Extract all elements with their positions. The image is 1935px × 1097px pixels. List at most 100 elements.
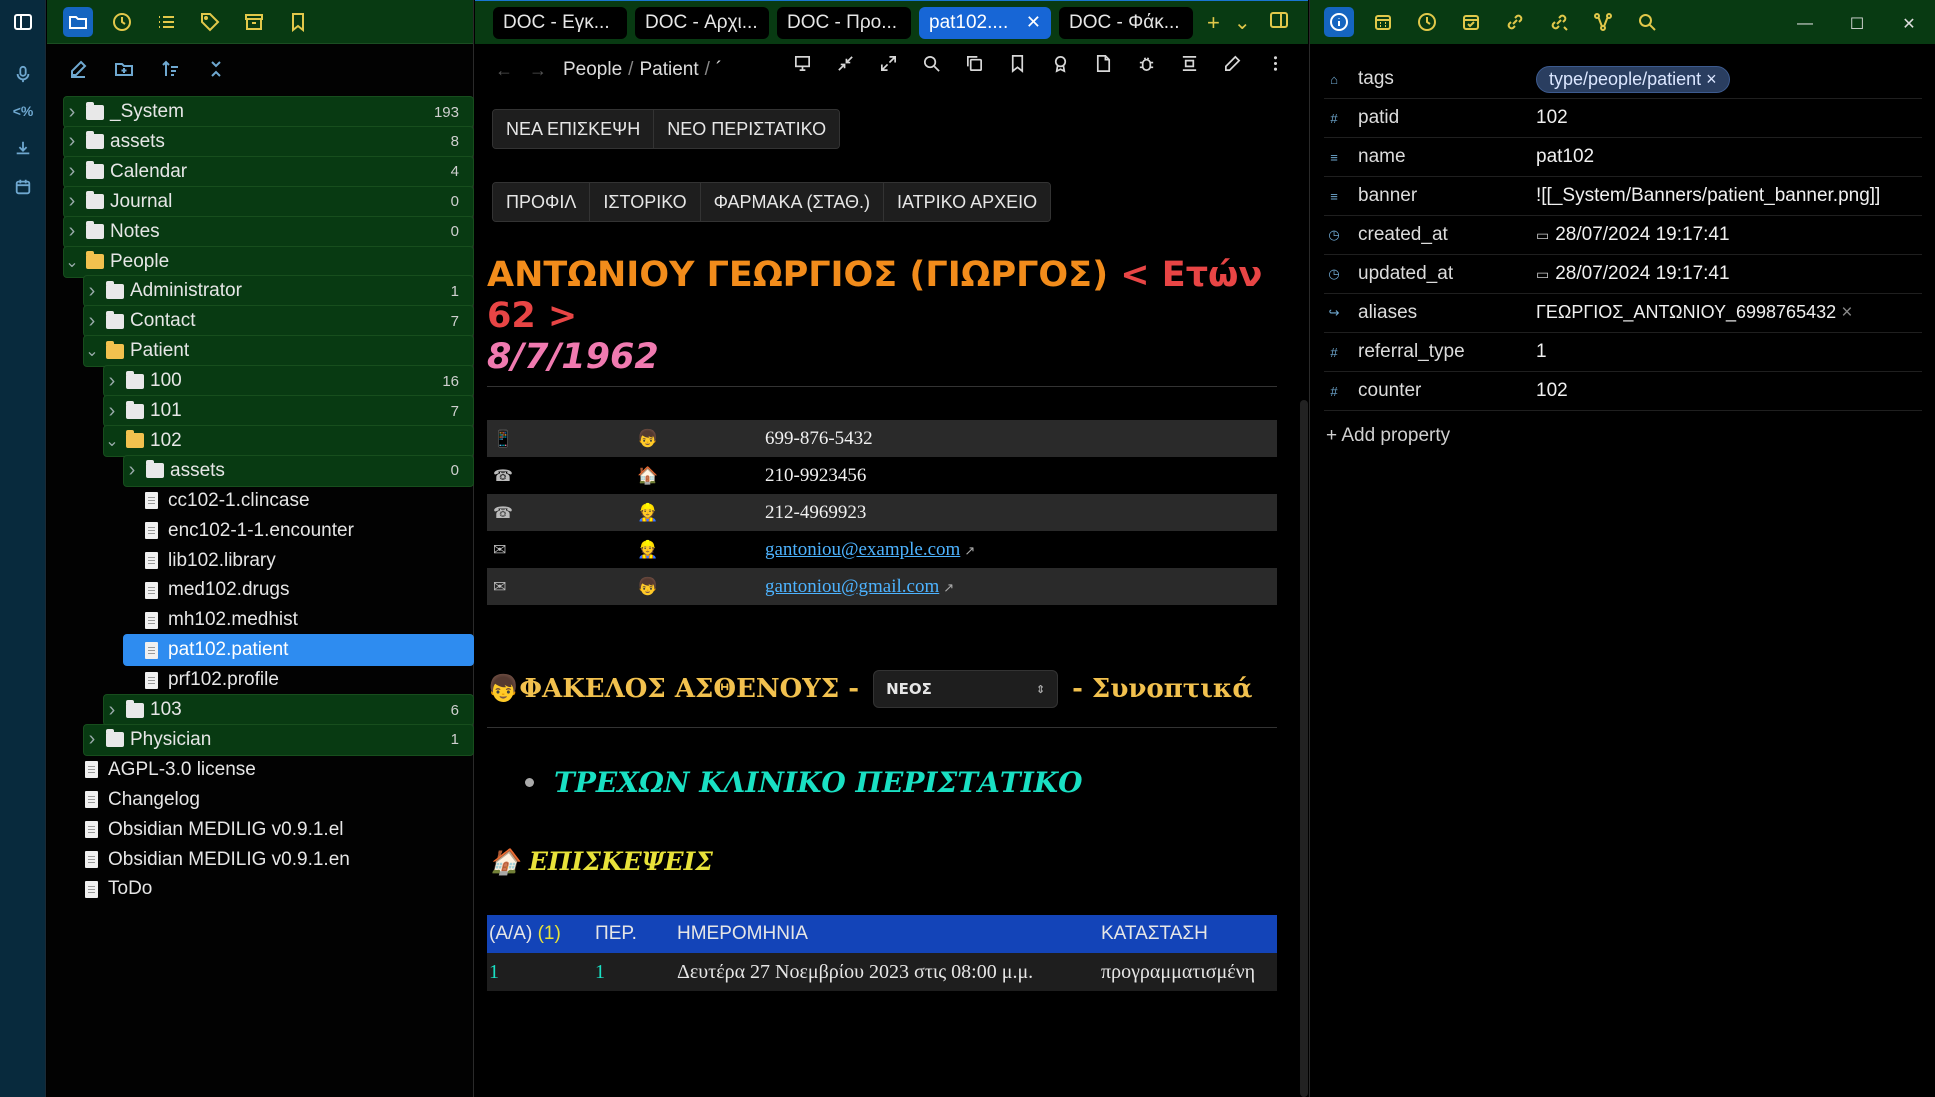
minimize-icon[interactable]: —: [1779, 10, 1831, 38]
file-item[interactable]: mh102.medhist: [123, 604, 474, 636]
folder-icon[interactable]: [63, 6, 93, 37]
file-item[interactable]: cc102-1.clincase: [123, 485, 474, 517]
info-icon[interactable]: [1324, 7, 1354, 37]
property-value[interactable]: ![[_System/Banners/patient_banner.png]]: [1536, 185, 1922, 207]
chevron-right-icon[interactable]: ›: [104, 400, 120, 423]
property-value[interactable]: 1: [1536, 341, 1922, 363]
file-item[interactable]: ToDo: [69, 873, 474, 905]
col-per[interactable]: ΠΕΡ.: [595, 923, 677, 945]
list-icon[interactable]: [151, 7, 181, 37]
folder-item[interactable]: ⌄ People: [63, 245, 474, 278]
property-key[interactable]: ◷ updated_at: [1324, 263, 1536, 285]
chevron-right-icon[interactable]: ›: [64, 160, 80, 183]
new-tab-icon[interactable]: +: [1207, 10, 1220, 36]
expand-icon[interactable]: [877, 52, 899, 74]
badge-icon[interactable]: [1049, 52, 1071, 74]
remove-alias-icon[interactable]: ×: [1836, 302, 1852, 323]
search-icon[interactable]: [1632, 7, 1662, 37]
bug-icon[interactable]: [1135, 52, 1157, 74]
search-icon[interactable]: [920, 52, 942, 74]
bookmark-icon[interactable]: [1006, 52, 1028, 74]
chevron-right-icon[interactable]: ›: [84, 280, 100, 303]
nav-button-2[interactable]: ΙΣΤΟΡΙΚΟ: [590, 183, 701, 221]
more-options-icon[interactable]: [1264, 52, 1286, 74]
remove-tag-icon[interactable]: ×: [1701, 69, 1717, 89]
folder-item[interactable]: › Calendar 4: [63, 155, 474, 188]
property-key[interactable]: ◷ created_at: [1324, 224, 1536, 246]
chevron-down-icon[interactable]: ⌄: [64, 252, 80, 272]
breadcrumb-file[interactable]: ´: [716, 59, 722, 80]
tab-4[interactable]: pat102.... ✕: [919, 6, 1051, 39]
calendar-icon[interactable]: [9, 173, 37, 201]
chevron-down-icon[interactable]: ⌄: [104, 431, 120, 451]
status-select[interactable]: ΝΕΟΣ ⇕: [873, 670, 1059, 708]
property-key[interactable]: ≡ name: [1324, 146, 1536, 168]
action-button-2[interactable]: ΝΕΟ ΠΕΡΙΣΤΑΤΙΚΟ: [654, 110, 840, 148]
property-key[interactable]: ≡ banner: [1324, 185, 1536, 207]
chevron-right-icon[interactable]: ›: [64, 190, 80, 213]
chevron-down-icon[interactable]: ⌄: [84, 341, 100, 361]
toggle-right-sidebar-icon[interactable]: [1269, 10, 1289, 36]
shrink-icon[interactable]: [834, 52, 856, 74]
visit-row[interactable]: 1 1 Δευτέρα 27 Νοεμβρίου 2023 στις 08:00 μ…: [487, 953, 1277, 991]
property-value[interactable]: 102: [1536, 107, 1922, 129]
property-key[interactable]: # counter: [1324, 380, 1536, 402]
close-tab-icon[interactable]: ✕: [1026, 12, 1041, 33]
property-value[interactable]: 102: [1536, 380, 1922, 402]
calendar-check-icon[interactable]: [1456, 7, 1486, 37]
backlinks-icon[interactable]: [1500, 7, 1530, 37]
property-value[interactable]: pat102: [1536, 146, 1922, 168]
folder-item[interactable]: › _System 193: [63, 96, 474, 128]
back-arrow-icon[interactable]: ←: [495, 60, 513, 81]
current-case-link[interactable]: ΤΡΕΧΩΝ ΚΛΙΝΙΚΟ ΠΕΡΙΣΤΑΤΙΚΟ: [554, 766, 1083, 799]
property-value[interactable]: type/people/patient ×: [1536, 65, 1922, 93]
folder-item[interactable]: › assets 8: [63, 125, 474, 158]
file-item[interactable]: enc102-1-1.encounter: [123, 515, 474, 547]
folder-item[interactable]: › 100 16: [103, 365, 474, 398]
calendar-grid-icon[interactable]: [1368, 7, 1398, 37]
clock-icon[interactable]: [1412, 7, 1442, 37]
chevron-right-icon[interactable]: ›: [84, 728, 100, 751]
property-value[interactable]: ▭ 28/07/2024 19:17:41: [1536, 263, 1922, 285]
folder-item[interactable]: › 103 6: [103, 694, 474, 726]
tab-2[interactable]: DOC - Αρχι...: [635, 6, 769, 39]
chevron-right-icon[interactable]: ›: [104, 370, 120, 393]
email-link[interactable]: gantoniou@gmail.com: [765, 576, 939, 597]
breadcrumb-patient[interactable]: Patient: [639, 59, 698, 80]
new-folder-icon[interactable]: [111, 56, 137, 82]
chevron-right-icon[interactable]: ›: [64, 130, 80, 153]
file-item[interactable]: pat102.patient: [123, 634, 474, 667]
col-date[interactable]: ΗΜΕΡΟΜΗΝΙΑ: [677, 923, 1101, 945]
file-item[interactable]: AGPL-3.0 license: [69, 754, 474, 786]
chevron-right-icon[interactable]: ›: [104, 699, 120, 722]
chevron-right-icon[interactable]: ›: [84, 310, 100, 333]
email-link[interactable]: gantoniou@example.com: [765, 539, 960, 560]
tag-icon[interactable]: [195, 7, 225, 37]
scrollbar[interactable]: [1300, 400, 1308, 1097]
microphone-icon[interactable]: [9, 60, 37, 88]
copy-icon[interactable]: [963, 52, 985, 74]
property-key[interactable]: # referral_type: [1324, 341, 1536, 363]
tag-pill[interactable]: type/people/patient ×: [1536, 65, 1730, 93]
file-icon[interactable]: [1092, 52, 1114, 74]
folder-item[interactable]: › Journal 0: [63, 185, 474, 218]
folder-item[interactable]: ⌄ Patient: [83, 335, 474, 368]
file-item[interactable]: Obsidian MEDILIG v0.9.1.en: [69, 844, 474, 876]
align-icon[interactable]: [1178, 52, 1200, 74]
nav-button-4[interactable]: ΙΑΤΡΙΚΟ ΑΡΧΕΙΟ: [883, 183, 1051, 221]
collapse-all-icon[interactable]: [203, 56, 229, 82]
close-icon[interactable]: ✕: [1883, 10, 1935, 38]
action-button-1[interactable]: ΝΕΑ ΕΠΙΣΚΕΨΗ: [493, 110, 655, 148]
presentation-icon[interactable]: [791, 52, 813, 74]
file-item[interactable]: Obsidian MEDILIG v0.9.1.el: [69, 814, 474, 846]
edit-pencil-icon[interactable]: [1221, 52, 1243, 74]
file-item[interactable]: prf102.profile: [123, 664, 474, 696]
breadcrumb-people[interactable]: People: [563, 59, 622, 80]
tab-5[interactable]: DOC - Φάκ...: [1059, 6, 1193, 39]
col-aa[interactable]: (Α/Α) (1): [487, 923, 595, 945]
tab-list-chevron-icon[interactable]: ⌄: [1234, 10, 1251, 35]
graph-icon[interactable]: [1588, 7, 1618, 37]
chevron-right-icon[interactable]: ›: [124, 459, 140, 482]
tab-3[interactable]: DOC - Προ...: [777, 6, 911, 39]
property-key[interactable]: ⌂ tags: [1324, 68, 1536, 90]
